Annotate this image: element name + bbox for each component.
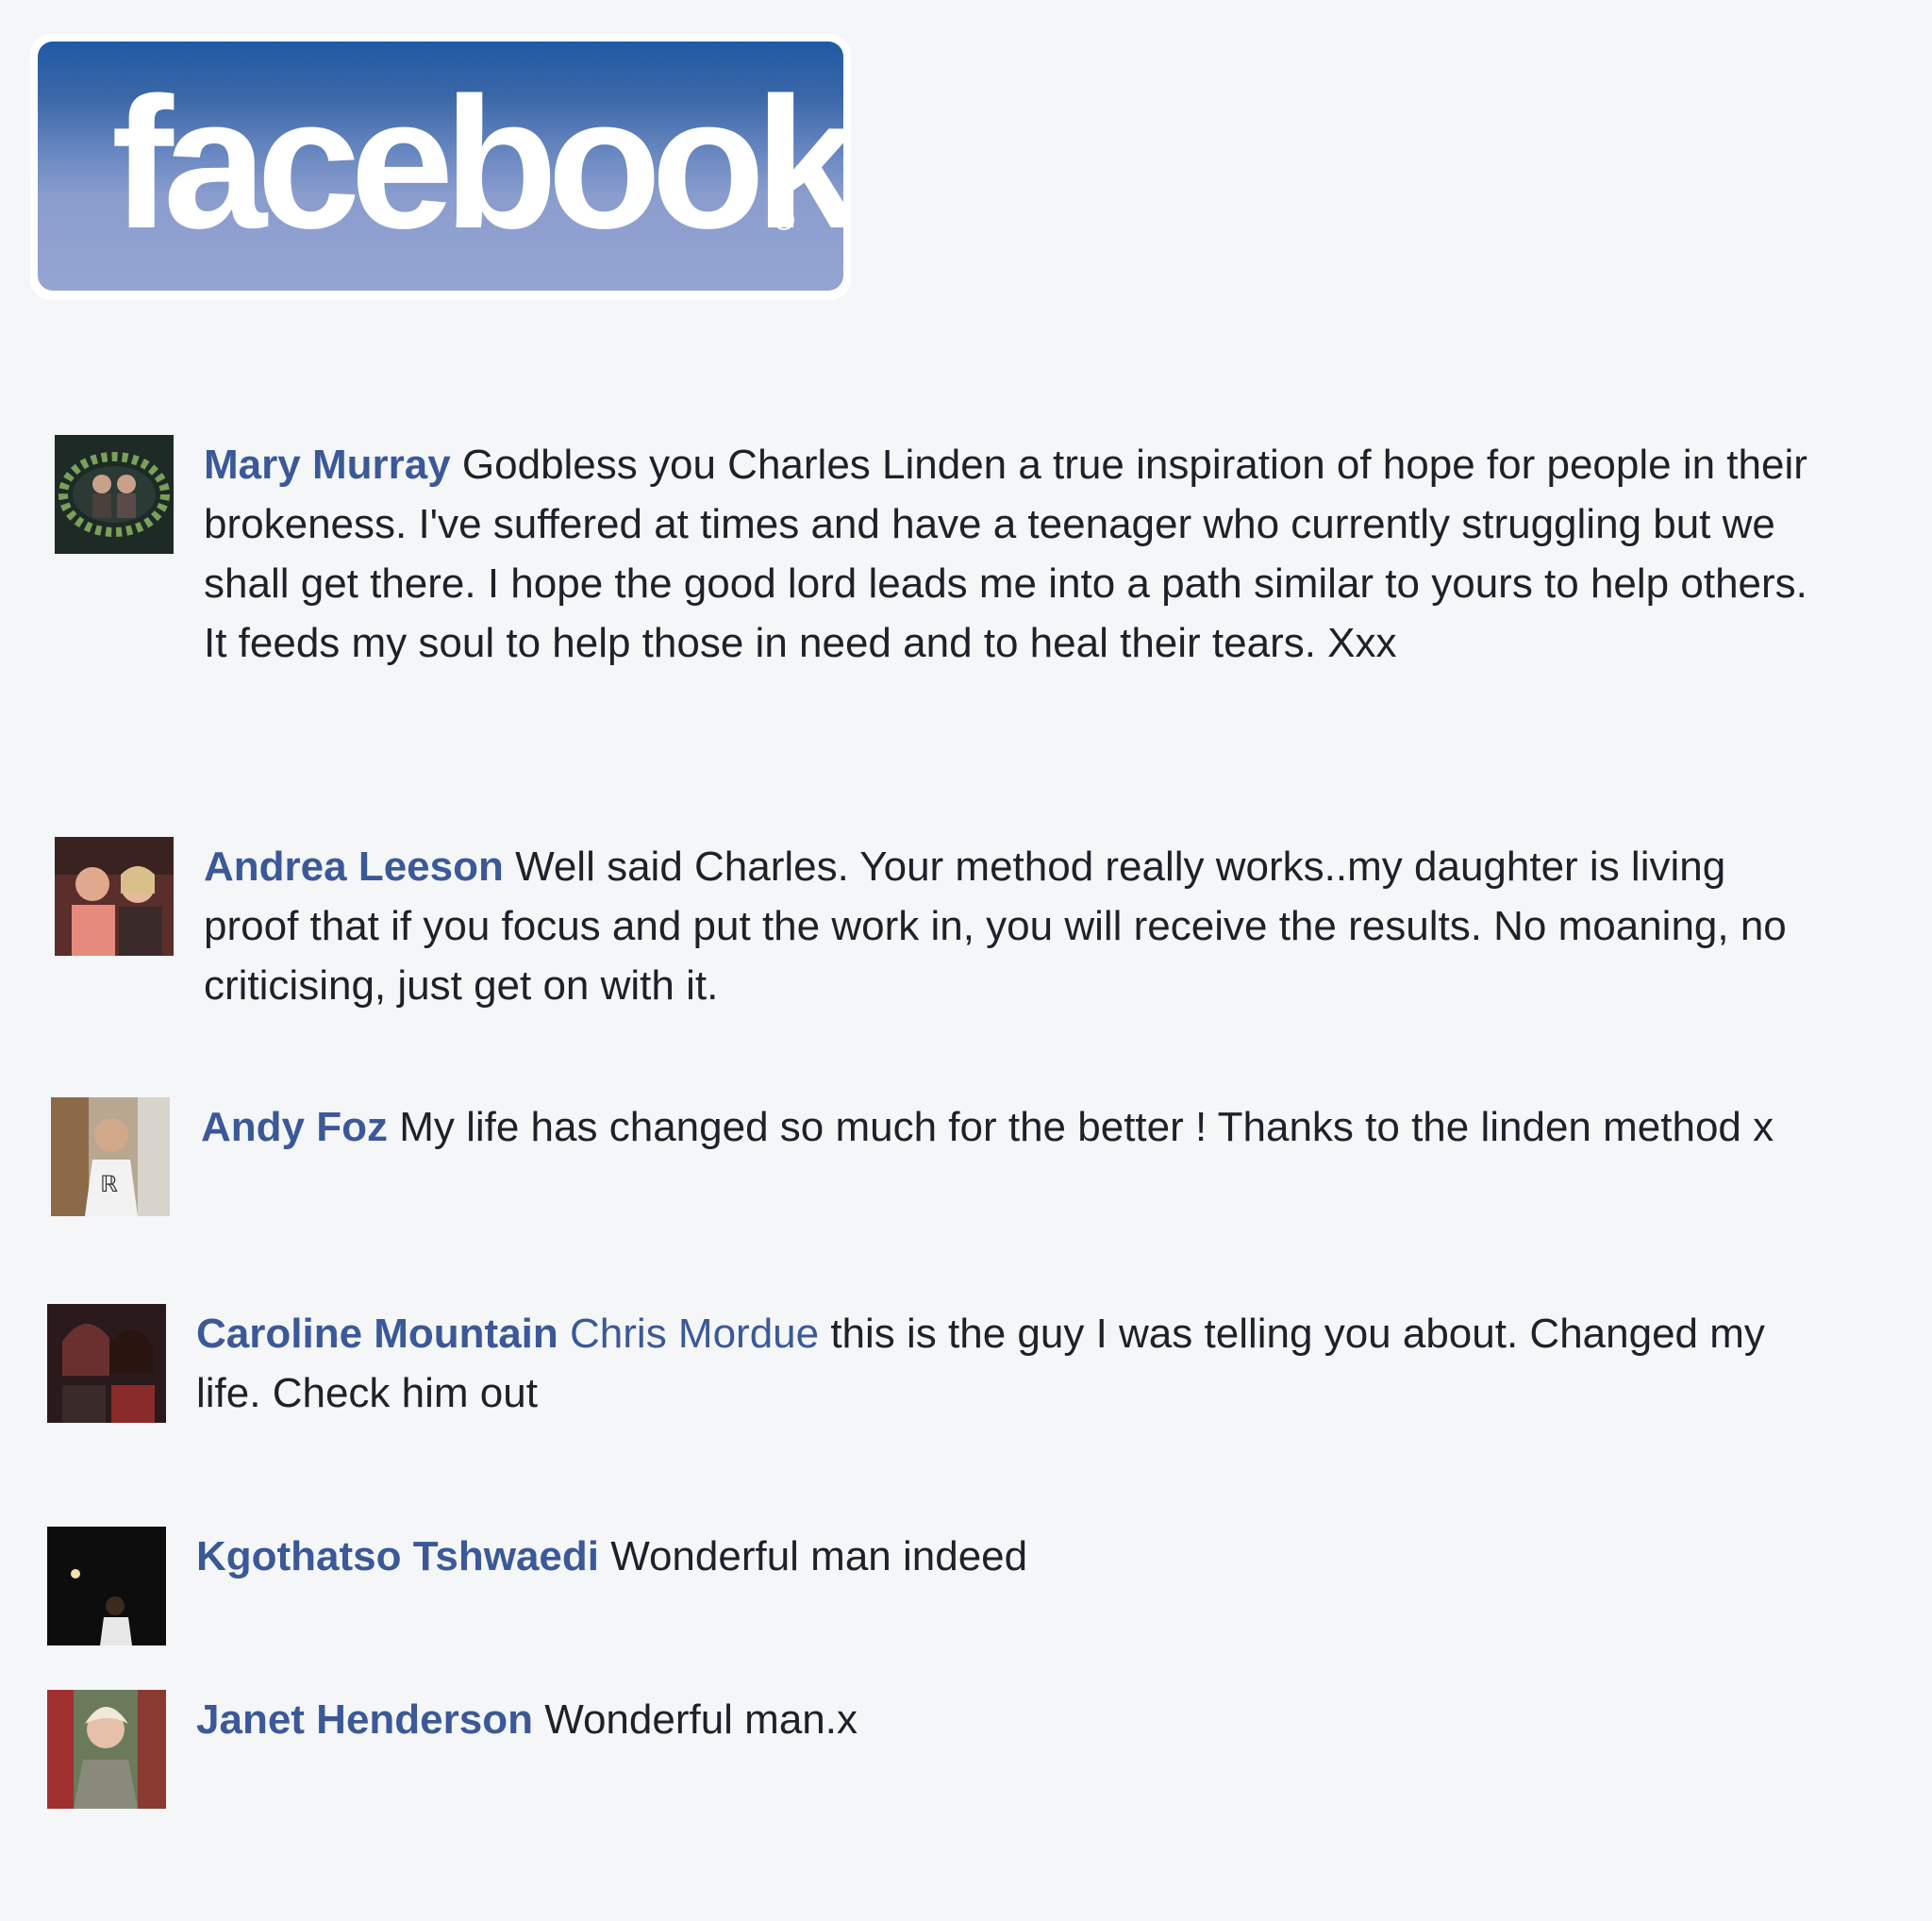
comment-text: Andy Foz My life has changed so much for…	[201, 1097, 1805, 1157]
comment-author-link[interactable]: Mary Murray	[204, 442, 451, 488]
avatar[interactable]	[55, 435, 174, 554]
facebook-logo: facebook ®	[38, 42, 843, 291]
avatar[interactable]	[55, 837, 174, 956]
registered-mark: ®	[774, 209, 794, 230]
avatar[interactable]: ℝ	[51, 1097, 170, 1216]
comment-author-link[interactable]: Caroline Mountain	[196, 1311, 558, 1357]
comment-text: Caroline Mountain Chris Mordue this is t…	[196, 1304, 1800, 1423]
comment-body: Wonderful man.x	[532, 1696, 858, 1743]
comment-text: Janet Henderson Wonderful man.x	[196, 1690, 1838, 1749]
svg-text:ℝ: ℝ	[100, 1173, 118, 1197]
mention-link[interactable]: Chris Mordue	[570, 1311, 819, 1357]
comment-text: Andrea Leeson Well said Charles. Your me…	[204, 837, 1807, 1015]
avatar[interactable]	[47, 1690, 166, 1809]
logo-wordmark: facebook	[111, 58, 843, 267]
avatar[interactable]	[47, 1527, 166, 1645]
comment-author-link[interactable]: Janet Henderson	[196, 1696, 533, 1743]
comment-body: My life has changed so much for the bett…	[387, 1104, 1774, 1150]
comment-author-link[interactable]: Kgothatso Tshwaedi	[196, 1533, 599, 1579]
comment-text: Mary Murray Godbless you Charles Linden …	[204, 435, 1807, 673]
comment-text: Kgothatso Tshwaedi Wonderful man indeed	[196, 1527, 1838, 1586]
comment-author-link[interactable]: Andrea Leeson	[204, 844, 504, 890]
comment-author-link[interactable]: Andy Foz	[201, 1104, 388, 1150]
avatar[interactable]	[47, 1304, 166, 1423]
comment-body: Wonderful man indeed	[598, 1533, 1028, 1579]
